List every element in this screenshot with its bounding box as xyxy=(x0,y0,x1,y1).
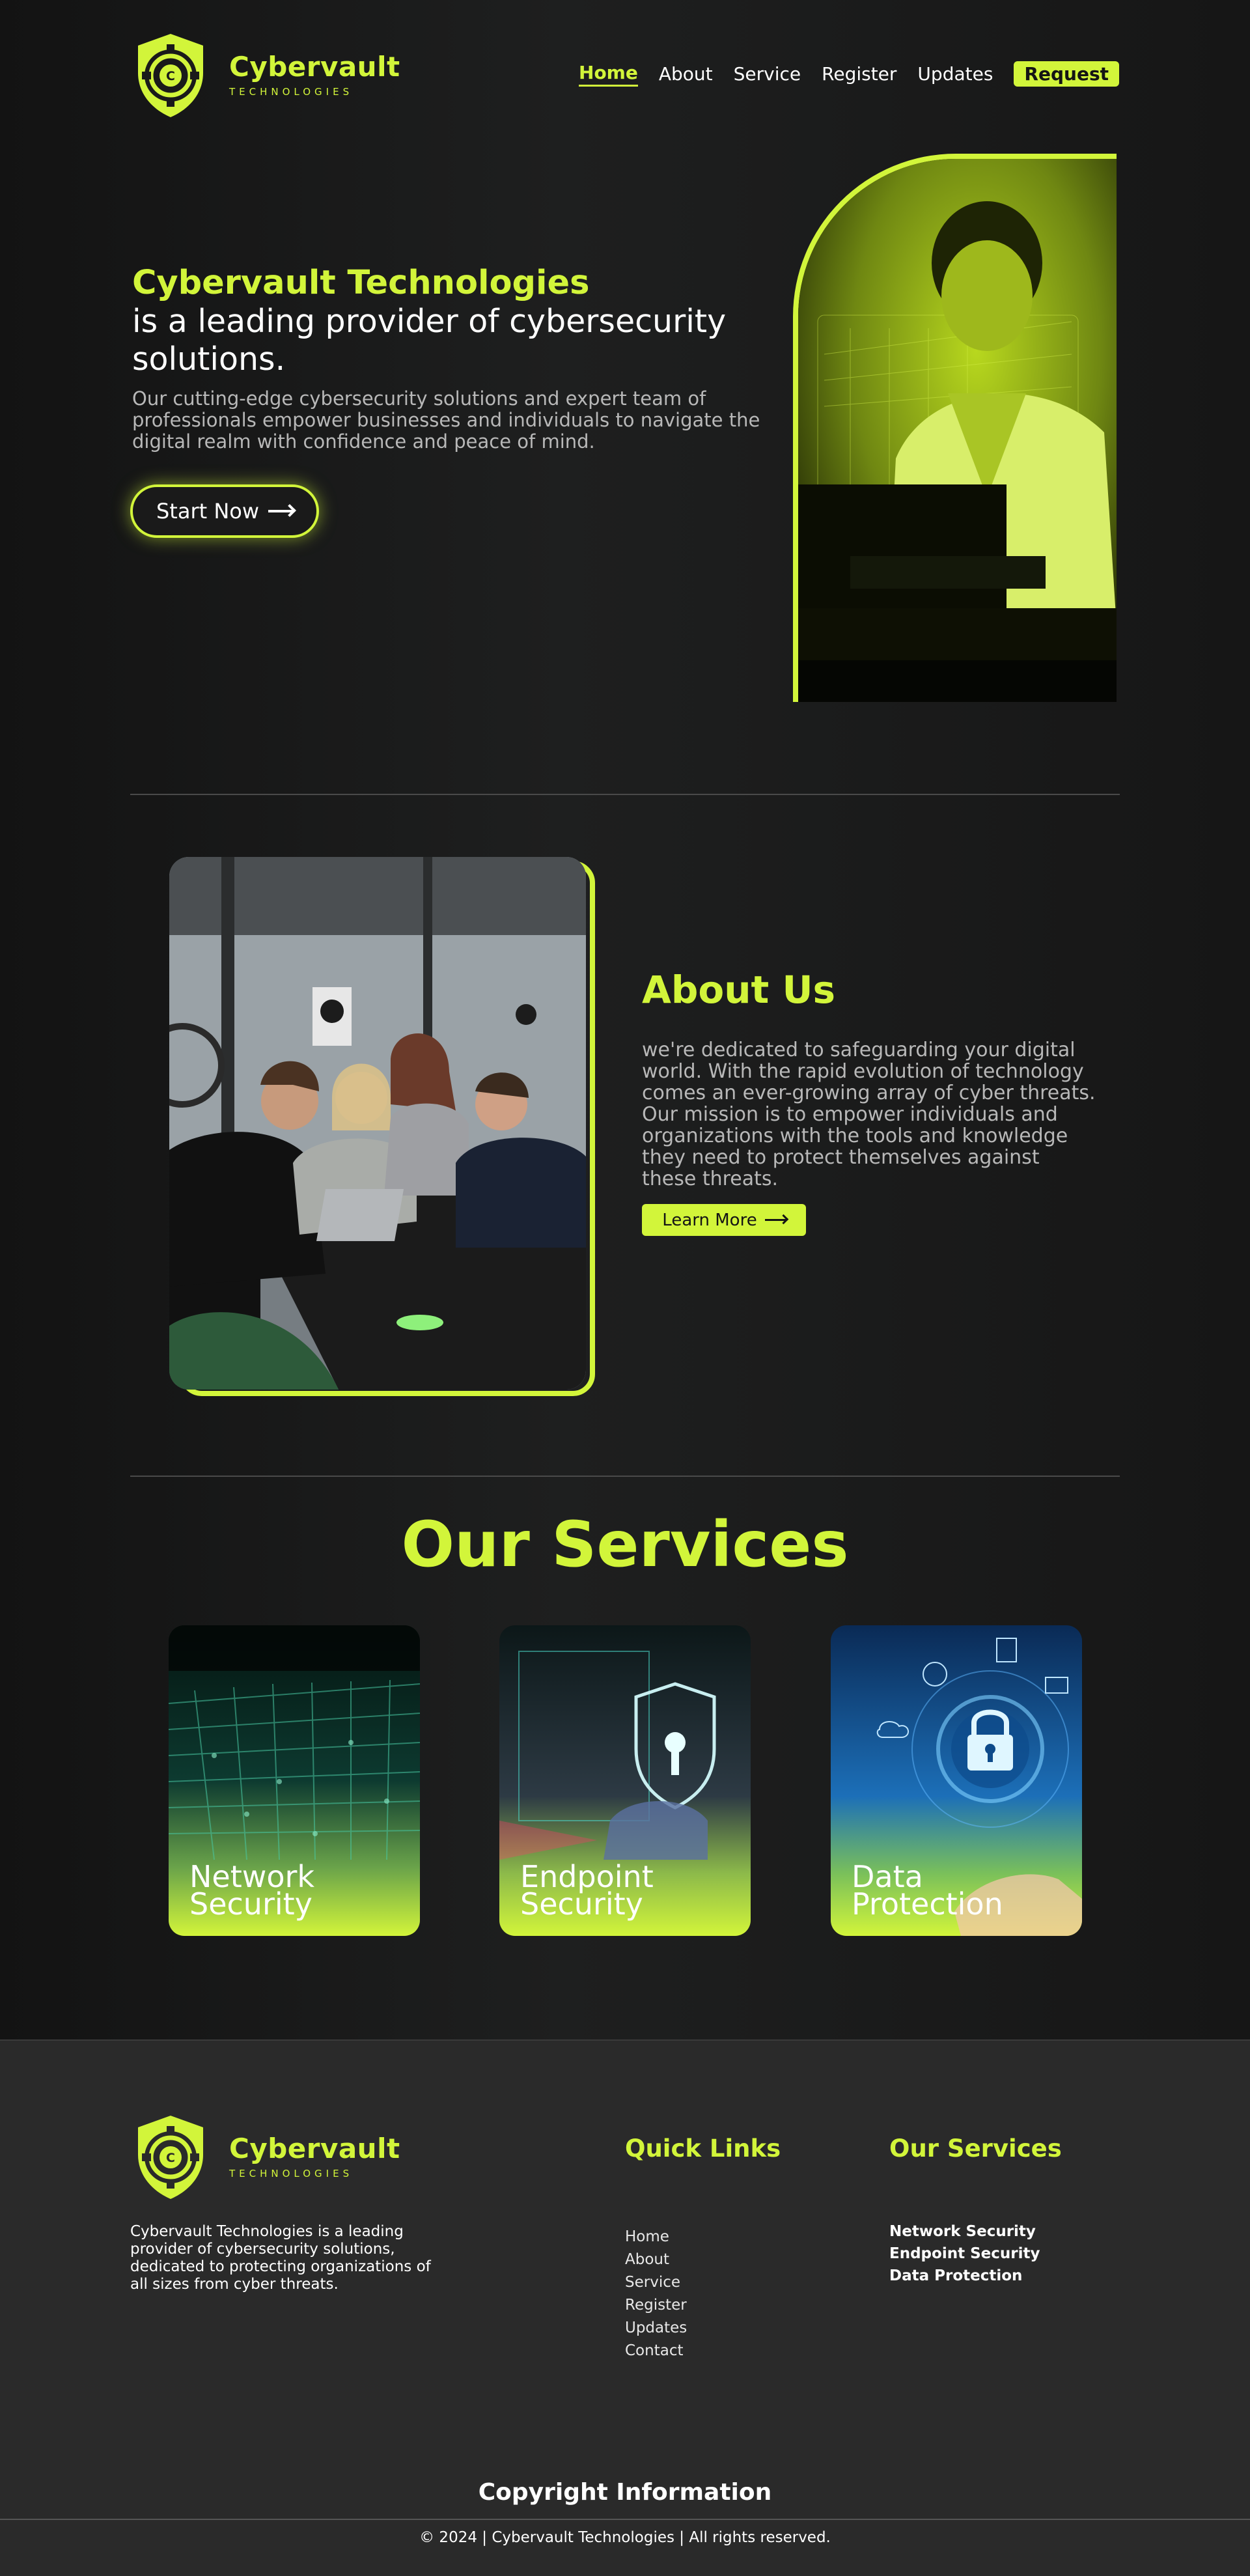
quick-links-title: Quick Links xyxy=(625,2135,781,2163)
quick-links-list: Home About Service Register Updates Cont… xyxy=(625,2226,687,2362)
nav-about[interactable]: About xyxy=(659,63,713,85)
hero-description: Our cutting-edge cybersecurity solutions… xyxy=(132,387,760,453)
main-nav: Home About Service Register Updates Requ… xyxy=(579,61,1119,87)
service-card-label: Data Protection xyxy=(852,1859,1003,1922)
start-now-label: Start Now xyxy=(156,499,260,524)
nav-register[interactable]: Register xyxy=(822,63,896,85)
shield-logo-icon: C xyxy=(138,34,203,117)
hero-title: Cybervault Technologies xyxy=(132,264,590,302)
nav-home[interactable]: Home xyxy=(579,62,638,87)
brand-name: Cybervault xyxy=(229,2133,400,2164)
hero-image xyxy=(793,154,1117,702)
footer-service-item: Data Protection xyxy=(889,2267,1023,2284)
about-title: About Us xyxy=(642,968,836,1012)
service-card-label: Endpoint Security xyxy=(520,1859,654,1922)
arrow-right-icon xyxy=(764,1219,786,1221)
copyright-title: Copyright Information xyxy=(478,2479,772,2506)
svg-text:C: C xyxy=(166,2151,175,2165)
footer-link-register[interactable]: Register xyxy=(625,2294,687,2317)
footer-link-service[interactable]: Service xyxy=(625,2271,687,2294)
brand-name: Cybervault xyxy=(229,51,400,83)
start-now-button[interactable]: Start Now xyxy=(130,484,319,538)
section-divider xyxy=(130,794,1120,795)
footer-service-item: Endpoint Security xyxy=(889,2245,1040,2262)
footer-services-title: Our Services xyxy=(889,2135,1062,2163)
service-card-network-security[interactable]: Network Security xyxy=(169,1625,420,1936)
header-logo[interactable]: C Cybervault TECHNOLOGIES xyxy=(130,31,400,120)
service-card-endpoint-security[interactable]: Endpoint Security xyxy=(499,1625,751,1936)
svg-text:C: C xyxy=(166,69,175,83)
learn-more-label: Learn More xyxy=(662,1210,757,1230)
footer-link-updates[interactable]: Updates xyxy=(625,2317,687,2340)
footer-link-home[interactable]: Home xyxy=(625,2226,687,2248)
footer-services-list: Network Security Endpoint Security Data … xyxy=(889,2220,1040,2287)
section-divider xyxy=(130,1476,1120,1477)
footer-link-about[interactable]: About xyxy=(625,2248,687,2271)
footer-service-item: Network Security xyxy=(889,2223,1036,2240)
about-text: we're dedicated to safeguarding your dig… xyxy=(642,1039,1096,1190)
footer-divider xyxy=(0,2519,1250,2520)
services-title: Our Services xyxy=(401,1508,849,1581)
footer-description: Cybervault Technologies is a leading pro… xyxy=(130,2223,431,2293)
request-button[interactable]: Request xyxy=(1014,61,1119,87)
brand-tagline: TECHNOLOGIES xyxy=(229,86,354,98)
service-card-data-protection[interactable]: Data Protection xyxy=(831,1625,1082,1936)
shield-logo-icon: C xyxy=(138,2116,203,2199)
brand-tagline: TECHNOLOGIES xyxy=(229,2168,354,2179)
footer-logo[interactable]: C Cybervault TECHNOLOGIES xyxy=(130,2113,400,2202)
footer-link-contact[interactable]: Contact xyxy=(625,2340,687,2362)
service-card-label: Network Security xyxy=(189,1859,315,1922)
about-team-photo xyxy=(169,857,586,1390)
copyright-text: © 2024 | Cybervault Technologies | All r… xyxy=(419,2529,831,2546)
nav-service[interactable]: Service xyxy=(734,63,801,85)
nav-updates[interactable]: Updates xyxy=(917,63,993,85)
arrow-right-icon xyxy=(268,510,294,512)
learn-more-button[interactable]: Learn More xyxy=(642,1204,806,1236)
hero-subtitle: is a leading provider of cybersecurity s… xyxy=(132,303,727,378)
